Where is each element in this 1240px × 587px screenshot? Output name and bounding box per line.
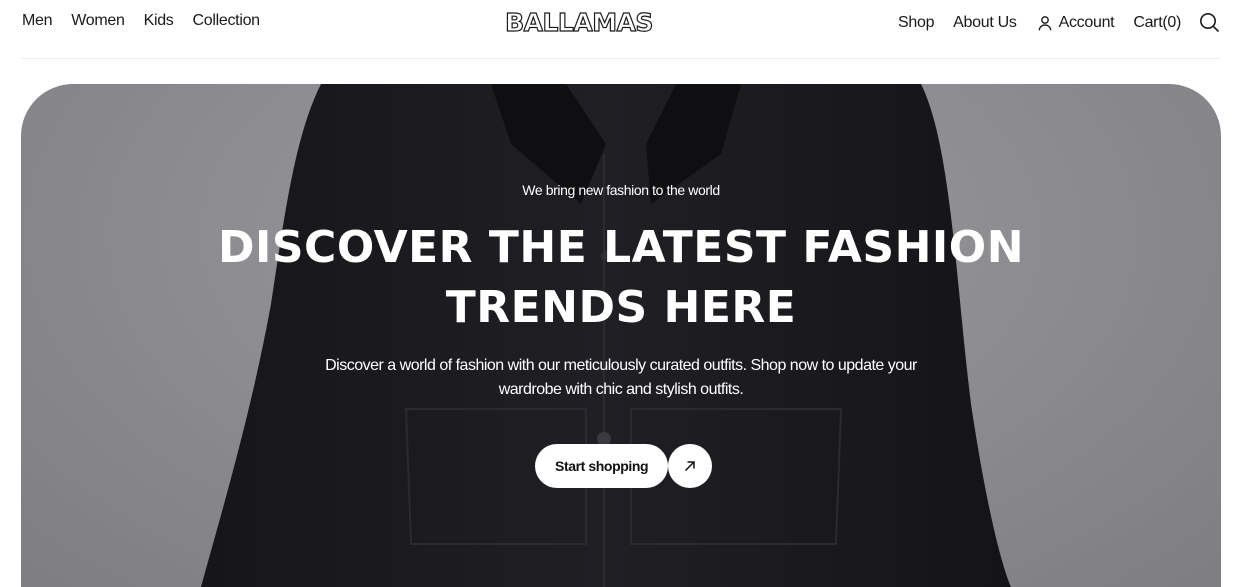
hero-tagline: We bring new fashion to the world: [522, 182, 720, 198]
hero-content: We bring new fashion to the world DISCOV…: [21, 84, 1221, 587]
primary-nav: Men Women Kids Collection: [22, 12, 260, 30]
nav-women[interactable]: Women: [71, 12, 125, 30]
nav-shop[interactable]: Shop: [898, 14, 934, 32]
secondary-nav: Shop About Us Account Cart(0): [898, 12, 1220, 33]
cart-link[interactable]: Cart(0): [1133, 14, 1181, 32]
user-icon: [1037, 15, 1053, 31]
header-divider: [21, 58, 1221, 59]
hero-banner: We bring new fashion to the world DISCOV…: [21, 84, 1221, 587]
brand-logo[interactable]: BALLAMAS: [500, 8, 658, 36]
site-header: Men Women Kids Collection BALLAMAS Shop …: [0, 0, 1240, 44]
nav-collection[interactable]: Collection: [193, 12, 261, 30]
nav-men[interactable]: Men: [22, 12, 53, 30]
search-icon[interactable]: [1199, 12, 1220, 33]
cta-group: Start shopping: [535, 444, 713, 488]
start-shopping-button[interactable]: Start shopping: [535, 444, 669, 488]
nav-about-us[interactable]: About Us: [953, 14, 1017, 32]
account-link[interactable]: Account: [1037, 14, 1115, 32]
arrow-up-right-icon[interactable]: [668, 444, 713, 488]
svg-text:BALLAMAS: BALLAMAS: [505, 8, 653, 36]
nav-kids[interactable]: Kids: [144, 12, 174, 30]
hero-description: Discover a world of fashion with our met…: [325, 357, 917, 398]
account-label: Account: [1058, 13, 1115, 31]
hero-title: DISCOVER THE LATEST FASHION TRENDS HERE: [217, 222, 1025, 333]
